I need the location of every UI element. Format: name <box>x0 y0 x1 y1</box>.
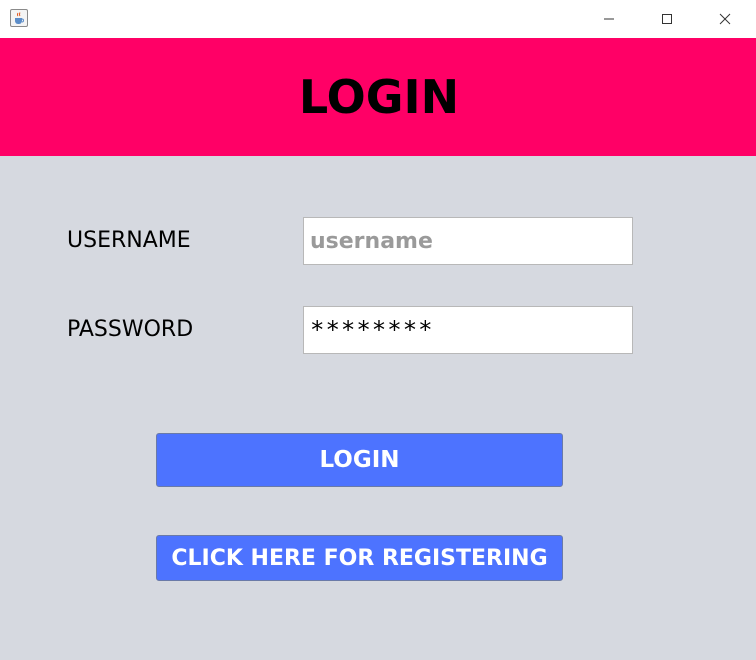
header-banner: LOGIN <box>0 38 756 156</box>
close-icon <box>719 13 731 25</box>
login-form: USERNAME PASSWORD LOGIN CLICK HERE FOR R… <box>0 156 756 660</box>
java-cup-icon[interactable] <box>10 9 28 27</box>
maximize-button[interactable] <box>638 0 696 38</box>
register-button[interactable]: CLICK HERE FOR REGISTERING <box>156 535 563 581</box>
login-button[interactable]: LOGIN <box>156 433 563 487</box>
close-button[interactable] <box>696 0 754 38</box>
maximize-icon <box>662 14 672 24</box>
password-input[interactable] <box>303 306 633 354</box>
username-label: USERNAME <box>67 228 191 253</box>
page-title: LOGIN <box>298 70 460 124</box>
title-bar[interactable] <box>0 0 756 39</box>
minimize-icon <box>604 18 614 20</box>
username-input[interactable] <box>303 217 633 265</box>
minimize-button[interactable] <box>580 0 638 38</box>
password-label: PASSWORD <box>67 317 194 342</box>
